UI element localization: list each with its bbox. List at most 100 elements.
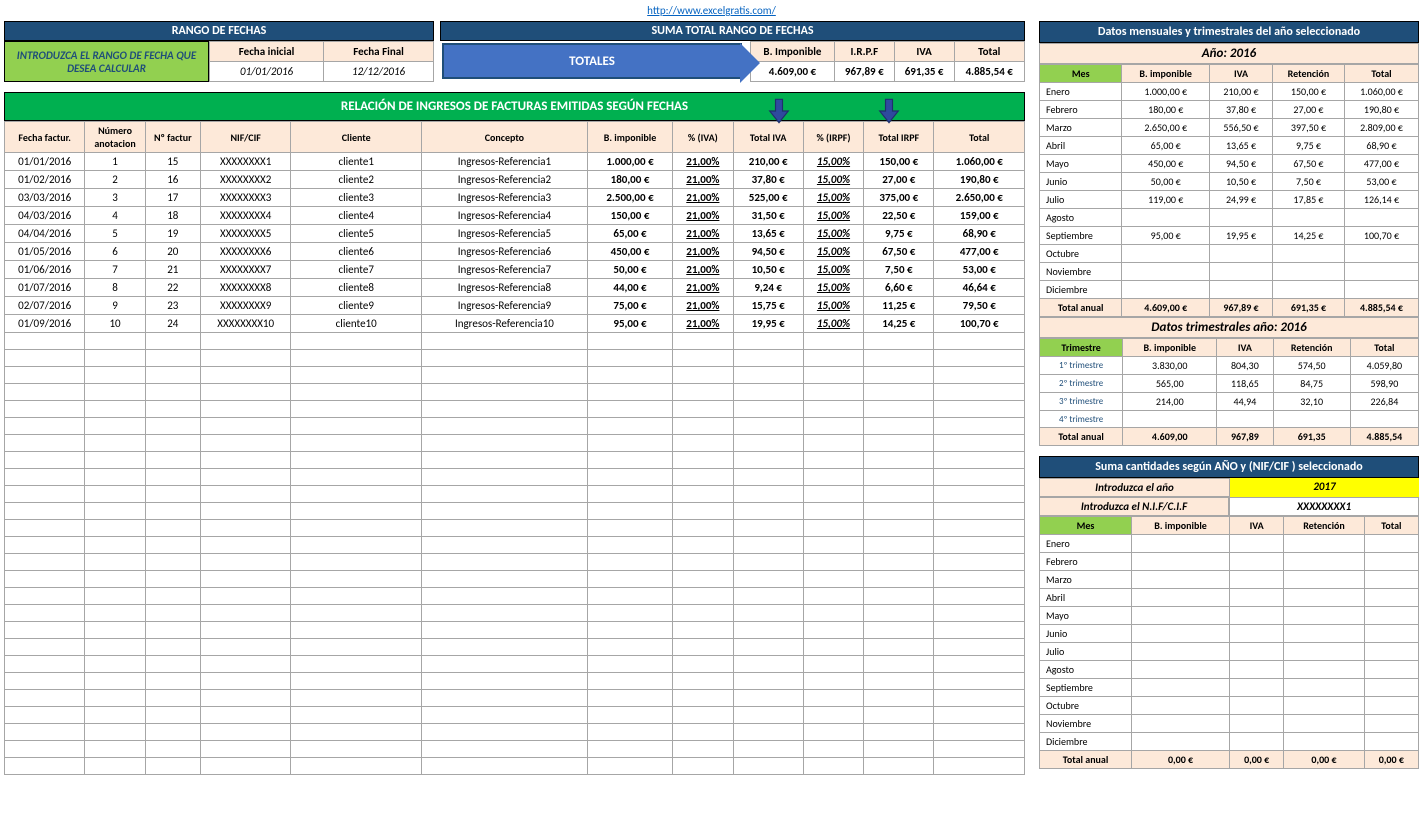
table-row[interactable] — [5, 452, 1025, 469]
mini-col: Retención — [1272, 65, 1344, 83]
nif-panel: Suma cantidades según AÑO y (NIF/CIF ) s… — [1039, 456, 1419, 769]
main-col-header: Concepto — [422, 122, 588, 153]
table-row: Diciembre — [1040, 733, 1419, 751]
rango-header: RANGO DE FECHAS — [4, 21, 434, 41]
table-row: Abril65,00 €13,65 €9,75 €68,90 € — [1040, 137, 1419, 155]
sum-val: 4.609,00 € — [751, 62, 835, 82]
table-row[interactable] — [5, 690, 1025, 707]
banner-text: RELACIÓN DE INGRESOS DE FACTURAS EMITIDA… — [341, 99, 688, 114]
table-row[interactable] — [5, 486, 1025, 503]
mini-col: B. imponible — [1123, 339, 1217, 357]
total-row: Total anual4.609,00 €967,89 €691,35 €4.8… — [1040, 299, 1419, 317]
table-row[interactable]: 01/05/2016620XXXXXXXX6cliente6Ingresos-R… — [5, 243, 1025, 261]
relacion-banner: RELACIÓN DE INGRESOS DE FACTURAS EMITIDA… — [4, 92, 1025, 121]
sum-val: 691,35 € — [894, 62, 954, 82]
mini-col: Mes — [1040, 65, 1122, 83]
mini-col: B. imponible — [1122, 65, 1210, 83]
table-row[interactable] — [5, 401, 1025, 418]
table-row: 4º trimestre — [1040, 411, 1419, 428]
table-row[interactable]: 04/04/2016519XXXXXXXX5cliente5Ingresos-R… — [5, 225, 1025, 243]
main-col-header: Fecha factur. — [5, 122, 85, 153]
total-row: Total anual0,00 €0,00 €0,00 €0,00 € — [1040, 751, 1419, 769]
main-col-header: Cliente — [291, 122, 422, 153]
table-row[interactable] — [5, 605, 1025, 622]
sum-col: IVA — [894, 42, 954, 62]
fecha-inicial-label: Fecha inicial — [210, 42, 324, 62]
table-row[interactable] — [5, 673, 1025, 690]
main-col-header: B. imponible — [587, 122, 672, 153]
mini-col: IVA — [1210, 65, 1273, 83]
total-row: Total anual4.609,00967,89691,354.885,54 — [1040, 428, 1419, 446]
table-row[interactable] — [5, 367, 1025, 384]
table-row: 1º trimestre3.830,00804,30574,504.059,80 — [1040, 357, 1419, 375]
mini-col: IVA — [1230, 517, 1284, 535]
table-row[interactable] — [5, 418, 1025, 435]
table-row[interactable] — [5, 435, 1025, 452]
table-row[interactable]: 01/02/2016216XXXXXXXX2cliente2Ingresos-R… — [5, 171, 1025, 189]
table-row: Septiembre — [1040, 679, 1419, 697]
table-row: Octubre — [1040, 697, 1419, 715]
mini-col: Total — [1350, 339, 1418, 357]
table-row[interactable] — [5, 384, 1025, 401]
table-row[interactable] — [5, 707, 1025, 724]
table-row: Noviembre — [1040, 715, 1419, 733]
table-row[interactable] — [5, 350, 1025, 367]
main-col-header: Nº factur — [145, 122, 200, 153]
table-row[interactable]: 03/03/2016317XXXXXXXX3cliente3Ingresos-R… — [5, 189, 1025, 207]
table-row[interactable] — [5, 503, 1025, 520]
arrow-down-icon — [875, 97, 903, 125]
mini-col: Retención — [1273, 339, 1350, 357]
intro-nif-input[interactable]: XXXXXXXX1 — [1229, 497, 1419, 516]
table-row: Noviembre — [1040, 263, 1419, 281]
table-row: Marzo2.650,00 €556,50 €397,50 €2.809,00 … — [1040, 119, 1419, 137]
table-row: Julio119,00 €24,99 €17,85 €126,14 € — [1040, 191, 1419, 209]
table-row[interactable] — [5, 554, 1025, 571]
table-row[interactable] — [5, 656, 1025, 673]
table-row: Junio — [1040, 625, 1419, 643]
table-row[interactable] — [5, 469, 1025, 486]
table-row[interactable]: 01/07/2016822XXXXXXXX8cliente8Ingresos-R… — [5, 279, 1025, 297]
table-row: Enero — [1040, 535, 1419, 553]
intro-year-input[interactable]: 2017 — [1230, 478, 1419, 497]
fecha-final-input[interactable]: 12/12/2016 — [324, 62, 434, 82]
table-row[interactable] — [5, 724, 1025, 741]
main-col-header: Total — [934, 122, 1025, 153]
table-row[interactable]: 04/03/2016418XXXXXXXX4cliente4Ingresos-R… — [5, 207, 1025, 225]
table-row[interactable]: 01/01/2016115XXXXXXXX1cliente1Ingresos-R… — [5, 153, 1025, 171]
fecha-inicial-input[interactable]: 01/01/2016 — [210, 62, 324, 82]
sum-col: I.R.P.F — [834, 42, 894, 62]
introduzca-rango-box: INTRODUZCA EL RANGO DE FECHA QUE DESEA C… — [4, 41, 209, 82]
table-row: 3º trimestre214,0044,9432,10226,84 — [1040, 393, 1419, 411]
fecha-final-label: Fecha Final — [324, 42, 434, 62]
intro-year-label: Introduzca el año — [1039, 478, 1230, 497]
main-col-header: Total IVA — [733, 122, 803, 153]
intro-nif-label: Introduzca el N.I.F/C.I.F — [1039, 497, 1229, 516]
table-row[interactable] — [5, 758, 1025, 775]
table-row[interactable] — [5, 622, 1025, 639]
excelgratis-link[interactable]: http://www.excelgratis.com/ — [647, 4, 776, 17]
nif-panel-title: Suma cantidades según AÑO y (NIF/CIF ) s… — [1039, 456, 1419, 478]
table-row: Febrero180,00 €37,80 €27,00 €190,80 € — [1040, 101, 1419, 119]
mini-col: Total — [1344, 65, 1418, 83]
table-row: Febrero — [1040, 553, 1419, 571]
monthly-panel-title: Datos mensuales y trimestrales del año s… — [1039, 21, 1419, 43]
table-row: Diciembre — [1040, 281, 1419, 299]
table-row: Marzo — [1040, 571, 1419, 589]
table-row[interactable] — [5, 639, 1025, 656]
table-row[interactable] — [5, 588, 1025, 605]
table-row[interactable]: 01/06/2016721XXXXXXXX7cliente7Ingresos-R… — [5, 261, 1025, 279]
table-row[interactable] — [5, 571, 1025, 588]
table-row: Junio50,00 €10,50 €7,50 €53,00 € — [1040, 173, 1419, 191]
table-row[interactable] — [5, 520, 1025, 537]
main-col-header: % (IVA) — [673, 122, 733, 153]
main-table: Fecha factur.Número anotacionNº facturNI… — [4, 121, 1025, 775]
table-row[interactable]: 02/07/2016923XXXXXXXX9cliente9Ingresos-R… — [5, 297, 1025, 315]
table-row[interactable] — [5, 333, 1025, 350]
arrow-down-icon — [765, 97, 793, 125]
table-row[interactable]: 01/09/20161024XXXXXXXX10cliente10Ingreso… — [5, 315, 1025, 333]
monthly-year: Año: 2016 — [1039, 43, 1419, 64]
table-row[interactable] — [5, 741, 1025, 758]
sum-col: B. Imponible — [751, 42, 835, 62]
mini-col: Total — [1364, 517, 1418, 535]
table-row[interactable] — [5, 537, 1025, 554]
